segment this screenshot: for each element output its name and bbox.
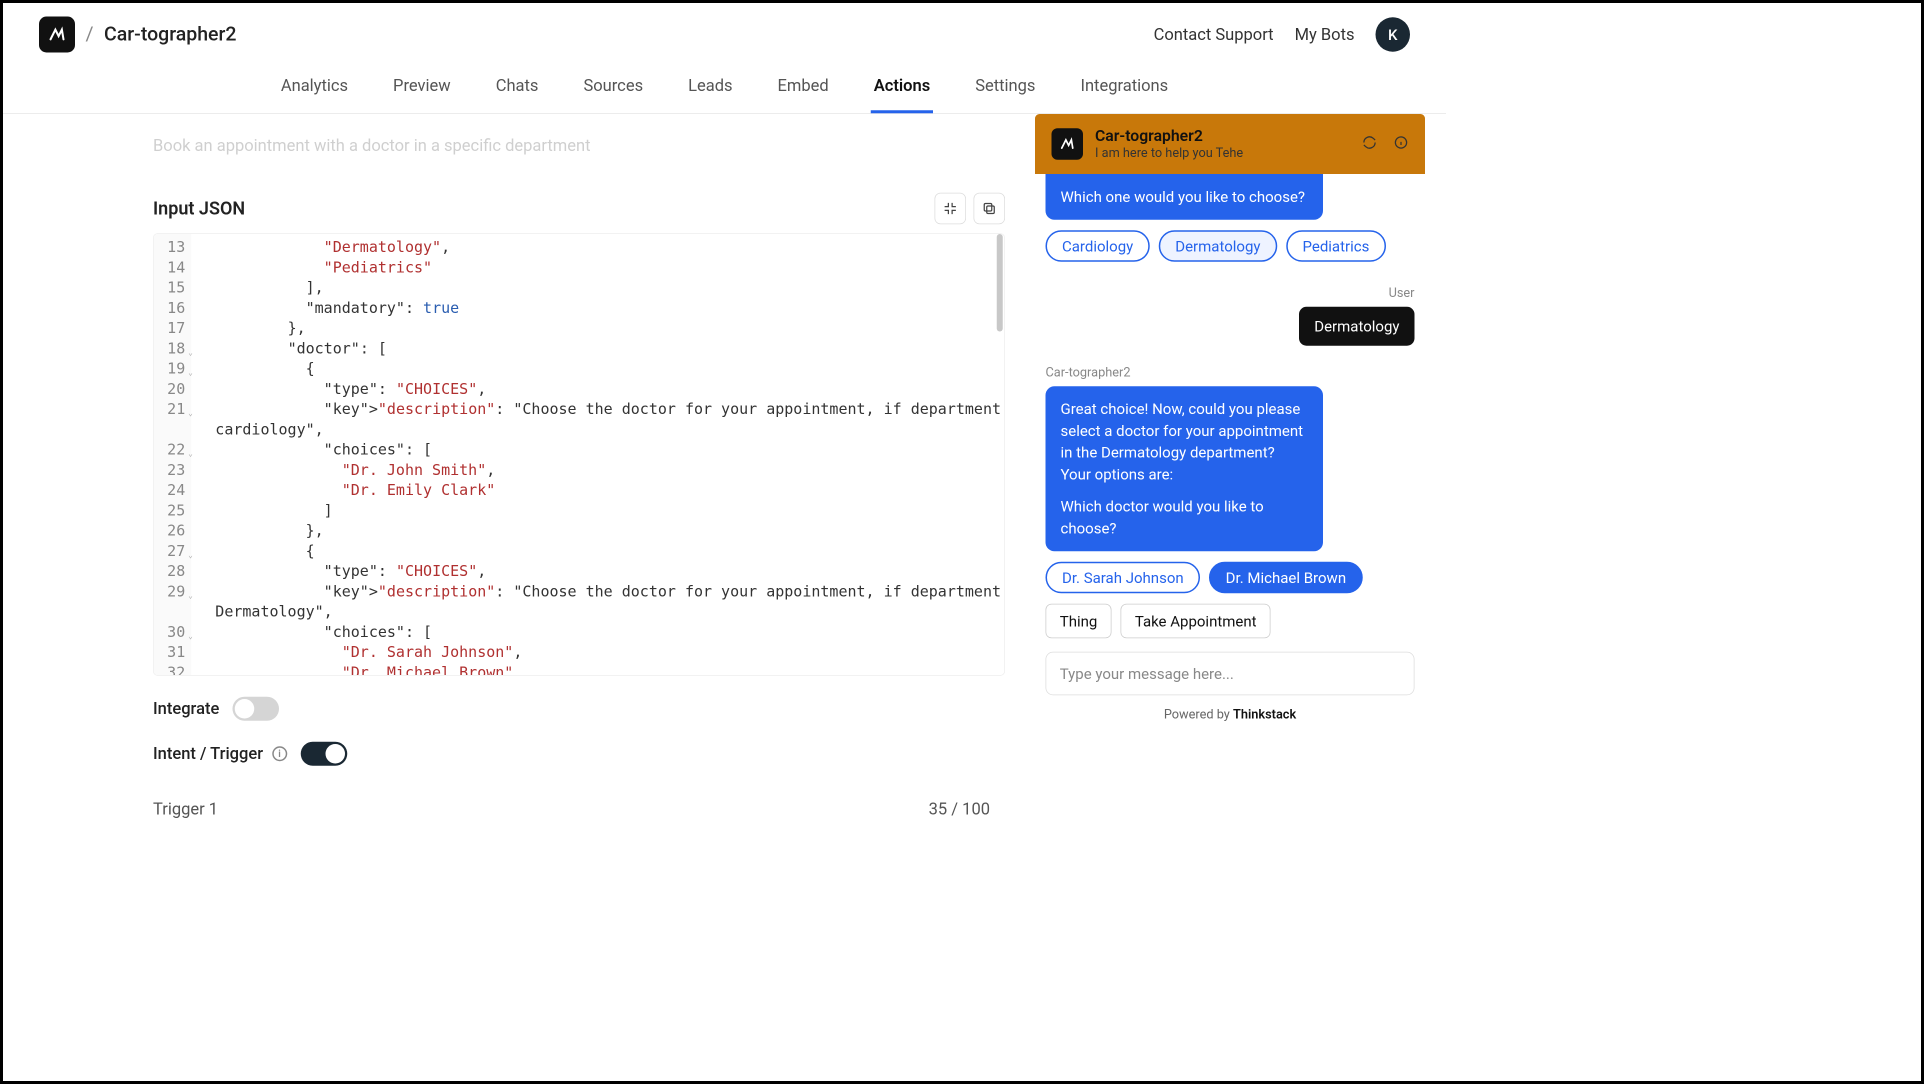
chat-body: Which one would you like to choose? Card… [1035, 174, 1425, 774]
user-avatar[interactable]: K [1376, 17, 1411, 52]
editor-scrollbar[interactable] [997, 234, 1003, 332]
bot-message: Which one would you like to choose? [1046, 174, 1324, 220]
nav-tab-settings[interactable]: Settings [972, 66, 1038, 113]
top-bar: / Car-tographer2 Contact Support My Bots… [3, 3, 1446, 66]
topbar-right: Contact Support My Bots K [1154, 17, 1410, 52]
nav-tab-sources[interactable]: Sources [580, 66, 646, 113]
integrate-label: Integrate [153, 699, 219, 718]
contact-support-link[interactable]: Contact Support [1154, 25, 1274, 44]
chat-logo [1052, 128, 1084, 160]
bot-message: Great choice! Now, could you please sele… [1046, 386, 1324, 551]
chip-dermatology[interactable]: Dermatology [1159, 230, 1277, 262]
intent-trigger-label: Intent / Trigger [153, 744, 263, 763]
main-area: Book an appointment with a doctor in a s… [3, 114, 1446, 819]
chat-subtitle: I am here to help you Tehe [1095, 146, 1243, 161]
input-json-label: Input JSON [153, 198, 245, 219]
intent-trigger-toggle[interactable] [301, 742, 348, 766]
nav-tab-embed[interactable]: Embed [775, 66, 832, 113]
user-label: User [1046, 286, 1415, 301]
chat-header: Car-tographer2 I am here to help you Teh… [1035, 114, 1425, 174]
chat-widget: Car-tographer2 I am here to help you Teh… [1035, 114, 1425, 774]
action-description: Book an appointment with a doctor in a s… [153, 137, 1005, 156]
user-message: Dermatology [1299, 307, 1414, 346]
nav-tab-preview[interactable]: Preview [390, 66, 454, 113]
nav-tab-integrations[interactable]: Integrations [1077, 66, 1171, 113]
quick-actions: Thing Take Appointment [1046, 604, 1415, 639]
quick-action-thing[interactable]: Thing [1046, 604, 1112, 639]
collapse-icon[interactable] [935, 193, 967, 225]
nav-tab-leads[interactable]: Leads [685, 66, 735, 113]
chat-preview-panel: Car-tographer2 I am here to help you Teh… [1035, 114, 1425, 819]
integrate-toggle[interactable] [233, 697, 280, 721]
json-editor[interactable]: 131415161718⌄19⌄2021⌄22⌄2324252627⌄2829⌄… [153, 233, 1005, 676]
quick-action-take-appointment[interactable]: Take Appointment [1121, 604, 1271, 639]
bot-label: Car-tographer2 [1046, 365, 1415, 380]
nav-tab-actions[interactable]: Actions [871, 66, 933, 113]
bot-message-text: Which doctor would you like to choose? [1061, 496, 1309, 540]
my-bots-link[interactable]: My Bots [1295, 25, 1355, 44]
action-editor-panel: Book an appointment with a doctor in a s… [3, 114, 1035, 819]
powered-by: Powered by Thinkstack [1046, 707, 1415, 722]
chip-doctor-0[interactable]: Dr. Sarah Johnson [1046, 562, 1201, 594]
trigger-name[interactable]: Trigger 1 [153, 800, 218, 819]
chat-title: Car-tographer2 [1095, 128, 1243, 146]
chip-doctor-1[interactable]: Dr. Michael Brown [1209, 562, 1362, 594]
app-logo[interactable] [39, 17, 75, 53]
info-icon[interactable] [1394, 135, 1409, 153]
topbar-left: / Car-tographer2 [39, 17, 236, 53]
refresh-icon[interactable] [1362, 135, 1377, 153]
choice-chips-departments: Cardiology Dermatology Pediatrics [1046, 230, 1415, 262]
chip-pediatrics[interactable]: Pediatrics [1286, 230, 1386, 262]
choice-chips-doctors: Dr. Sarah JohnsonDr. Michael Brown [1046, 562, 1415, 594]
info-icon[interactable]: i [272, 746, 287, 761]
trigger-char-count: 35 / 100 [929, 800, 990, 819]
chat-input[interactable]: Type your message here... [1046, 652, 1415, 696]
chip-cardiology[interactable]: Cardiology [1046, 230, 1150, 262]
breadcrumb-separator: / [86, 23, 94, 46]
nav-tab-analytics[interactable]: Analytics [278, 66, 351, 113]
project-name[interactable]: Car-tographer2 [104, 23, 236, 46]
bot-message-text: Great choice! Now, could you please sele… [1061, 398, 1309, 485]
nav-tabs: Analytics Preview Chats Sources Leads Embed Ac… [3, 66, 1446, 114]
copy-icon[interactable] [974, 193, 1006, 225]
nav-tab-chats[interactable]: Chats [493, 66, 542, 113]
